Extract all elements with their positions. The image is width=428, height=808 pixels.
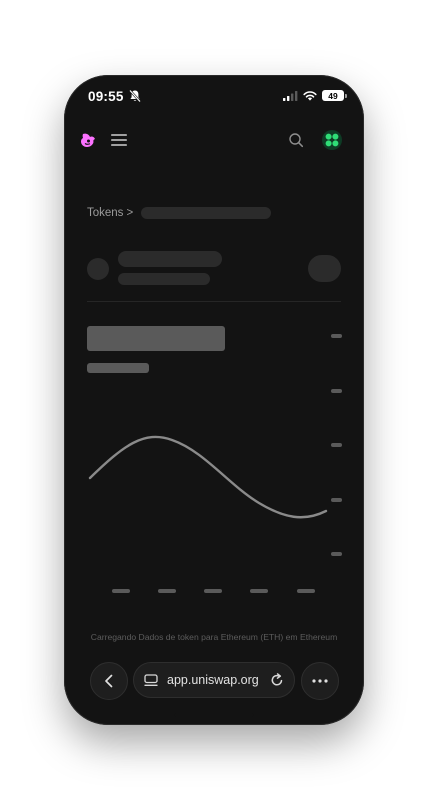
x-tick-skeleton <box>204 589 222 593</box>
more-dots-icon <box>312 679 328 683</box>
site-settings-icon[interactable] <box>144 673 158 687</box>
x-tick-skeleton <box>112 589 130 593</box>
browser-address-bar[interactable]: app.uniswap.org <box>133 662 295 698</box>
loading-curve <box>88 435 328 519</box>
y-tick-skeleton <box>331 334 342 338</box>
y-tick-skeleton <box>331 443 342 447</box>
browser-more-button[interactable] <box>301 662 339 700</box>
back-chevron-icon <box>105 674 113 688</box>
price-chart-placeholder <box>88 334 342 593</box>
loading-message: Carregando Dados de token para Ethereum … <box>90 632 338 642</box>
y-tick-skeleton <box>331 498 342 502</box>
x-tick-skeleton <box>250 589 268 593</box>
x-tick-skeleton <box>297 589 315 593</box>
y-tick-skeleton <box>331 389 342 393</box>
reload-icon[interactable] <box>270 673 284 687</box>
screenshot-stage: 09:55 49 Tokens > Carregando Dados de to… <box>0 0 428 808</box>
browser-back-button[interactable] <box>90 662 128 700</box>
browser-url[interactable]: app.uniswap.org <box>167 673 270 687</box>
x-tick-skeleton <box>158 589 176 593</box>
home-indicator <box>174 713 254 717</box>
phone-screen: 09:55 49 Tokens > Carregando Dados de to… <box>64 75 364 725</box>
y-tick-skeleton <box>331 552 342 556</box>
